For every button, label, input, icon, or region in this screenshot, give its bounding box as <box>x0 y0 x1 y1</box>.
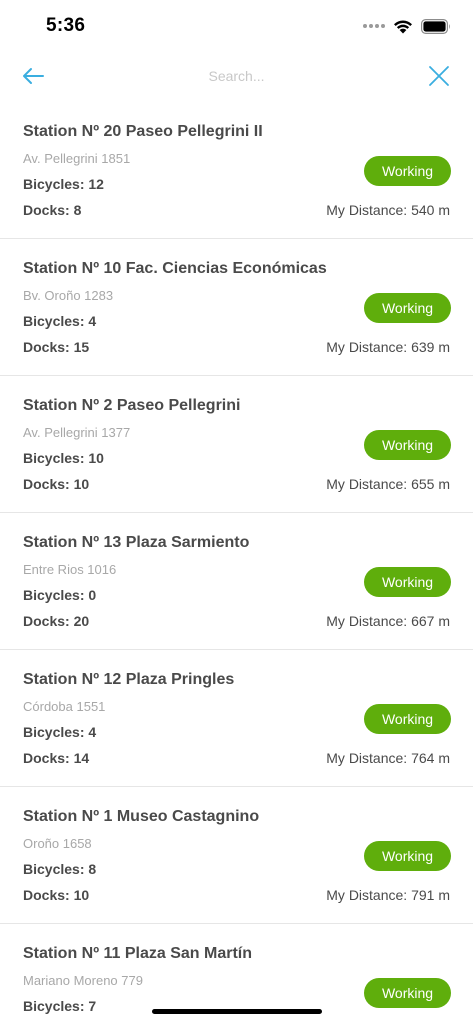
station-bicycles: Bicycles: 12 <box>23 176 104 192</box>
station-list-item[interactable]: Station Nº 1 Museo Castagnino Oroño 1658… <box>0 787 473 924</box>
station-name: Station Nº 20 Paseo Pellegrini II <box>23 123 263 140</box>
distance-value: 791 m <box>411 887 450 903</box>
distance-label: My Distance: <box>326 613 408 629</box>
station-docks: Docks: 15 <box>23 339 89 355</box>
cellular-signal-icon <box>363 24 385 28</box>
station-bicycles: Bicycles: 4 <box>23 313 96 329</box>
station-bicycles: Bicycles: 4 <box>23 724 96 740</box>
station-address: Bv. Oroño 1283 <box>23 288 114 303</box>
station-name: Station Nº 12 Plaza Pringles <box>23 671 235 688</box>
bicycles-label: Bicycles: <box>23 176 85 192</box>
distance-value: 639 m <box>411 339 450 355</box>
status-time: 5:36 <box>46 15 86 36</box>
station-name: Station Nº 1 Museo Castagnino <box>23 808 260 825</box>
station-docks: Docks: 14 <box>23 750 89 766</box>
bicycles-count: 0 <box>88 587 97 603</box>
bicycles-count: 12 <box>88 176 104 192</box>
distance-value: 540 m <box>411 202 450 218</box>
docks-count: 15 <box>73 339 90 355</box>
station-distance: My Distance: 764 m <box>326 750 450 766</box>
distance-value: 764 m <box>411 750 450 766</box>
station-distance: My Distance: 540 m <box>326 202 450 218</box>
station-list-item[interactable]: Station Nº 13 Plaza Sarmiento Entre Rios… <box>0 513 473 650</box>
bicycles-label: Bicycles: <box>23 450 85 466</box>
station-docks: Docks: 20 <box>23 613 89 629</box>
status-badge: Working <box>364 156 451 186</box>
station-distance: My Distance: 639 m <box>326 339 450 355</box>
bicycles-label: Bicycles: <box>23 313 85 329</box>
station-bicycles: Bicycles: 0 <box>23 587 96 603</box>
station-docks: Docks: 10 <box>23 887 89 903</box>
bicycles-label: Bicycles: <box>23 724 85 740</box>
docks-label: Docks: <box>23 202 70 218</box>
close-icon <box>429 66 449 86</box>
docks-label: Docks: <box>23 887 70 903</box>
search-input[interactable] <box>120 63 353 89</box>
station-address: Mariano Moreno 779 <box>23 973 143 988</box>
docks-label: Docks: <box>23 339 70 355</box>
docks-label: Docks: <box>23 613 70 629</box>
arrow-left-icon <box>23 68 44 84</box>
station-distance: My Distance: 791 m <box>326 887 450 903</box>
station-address: Entre Rios 1016 <box>23 562 117 577</box>
status-badge: Working <box>364 978 451 1008</box>
wifi-icon <box>394 20 412 33</box>
station-name: Station Nº 10 Fac. Ciencias Económicas <box>23 260 327 277</box>
station-name: Station Nº 13 Plaza Sarmiento <box>23 534 250 551</box>
nav-bar <box>0 52 473 100</box>
close-button[interactable] <box>425 62 453 90</box>
station-bicycles: Bicycles: 7 <box>23 998 96 1014</box>
docks-label: Docks: <box>23 750 70 766</box>
station-name: Station Nº 2 Paseo Pellegrini <box>23 397 241 414</box>
bicycles-count: 8 <box>88 861 97 877</box>
docks-count: 20 <box>73 613 90 629</box>
station-list: Station Nº 20 Paseo Pellegrini II Av. Pe… <box>0 102 473 1024</box>
station-docks: Docks: 8 <box>23 202 81 218</box>
status-badge: Working <box>364 430 451 460</box>
distance-label: My Distance: <box>326 887 408 903</box>
docks-count: 10 <box>73 476 90 492</box>
station-distance: My Distance: 655 m <box>326 476 450 492</box>
status-badge: Working <box>364 567 451 597</box>
station-list-item[interactable]: Station Nº 2 Paseo Pellegrini Av. Pelleg… <box>0 376 473 513</box>
bicycles-label: Bicycles: <box>23 587 85 603</box>
station-address: Oroño 1658 <box>23 836 92 851</box>
station-bicycles: Bicycles: 10 <box>23 450 104 466</box>
bicycles-count: 4 <box>88 313 97 329</box>
station-address: Av. Pellegrini 1851 <box>23 151 131 166</box>
bicycles-count: 10 <box>88 450 104 466</box>
station-bicycles: Bicycles: 8 <box>23 861 96 877</box>
station-list-item[interactable]: Station Nº 20 Paseo Pellegrini II Av. Pe… <box>0 102 473 239</box>
docks-count: 10 <box>73 887 90 903</box>
docks-count: 8 <box>73 202 82 218</box>
station-address: Av. Pellegrini 1377 <box>23 425 131 440</box>
distance-value: 655 m <box>411 476 450 492</box>
status-badge: Working <box>364 293 451 323</box>
back-button[interactable] <box>18 62 48 90</box>
docks-count: 14 <box>73 750 90 766</box>
distance-label: My Distance: <box>326 476 408 492</box>
distance-label: My Distance: <box>326 339 408 355</box>
bicycles-label: Bicycles: <box>23 998 85 1014</box>
station-list-item[interactable]: Station Nº 10 Fac. Ciencias Económicas B… <box>0 239 473 376</box>
station-distance: My Distance: 667 m <box>326 613 450 629</box>
status-badge: Working <box>364 704 451 734</box>
battery-icon <box>421 18 450 34</box>
distance-label: My Distance: <box>326 202 408 218</box>
distance-value: 667 m <box>411 613 450 629</box>
bicycles-count: 4 <box>88 724 97 740</box>
status-bar: 5:36 <box>0 0 473 50</box>
distance-label: My Distance: <box>326 750 408 766</box>
status-badge: Working <box>364 841 451 871</box>
bicycles-label: Bicycles: <box>23 861 85 877</box>
home-indicator <box>152 1009 322 1014</box>
station-list-item[interactable]: Station Nº 12 Plaza Pringles Córdoba 155… <box>0 650 473 787</box>
station-address: Córdoba 1551 <box>23 699 106 714</box>
status-icons <box>363 16 451 36</box>
station-docks: Docks: 10 <box>23 476 89 492</box>
bicycles-count: 7 <box>88 998 97 1014</box>
station-name: Station Nº 11 Plaza San Martín <box>23 945 253 962</box>
docks-label: Docks: <box>23 476 70 492</box>
